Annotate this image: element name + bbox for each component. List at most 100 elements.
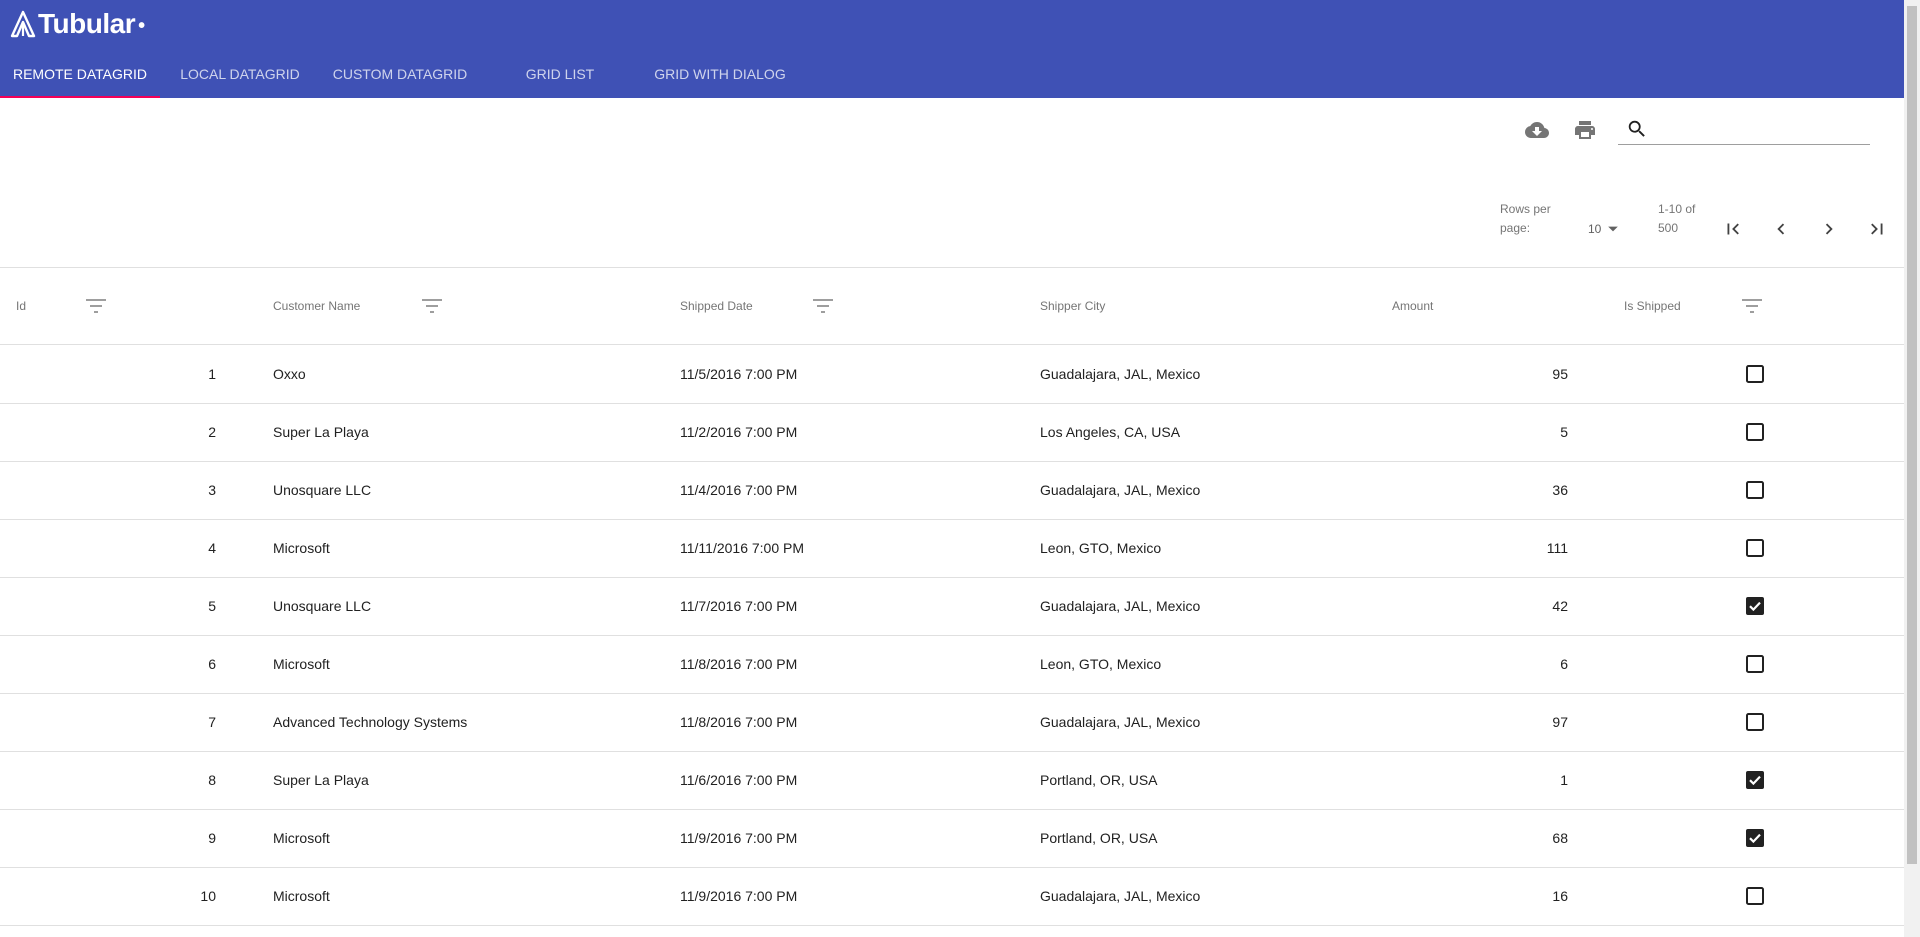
caret-down-icon xyxy=(1608,226,1619,232)
column-header-is-shipped[interactable]: Is Shipped xyxy=(1624,268,1681,344)
is-shipped-checkbox[interactable] xyxy=(1746,365,1764,383)
previous-page-button[interactable] xyxy=(1766,214,1796,244)
is-shipped-checkbox[interactable] xyxy=(1746,423,1764,441)
table-row[interactable]: 6 Microsoft 11/8/2016 7:00 PM Leon, GTO,… xyxy=(0,635,1904,694)
cell-id: 7 xyxy=(208,714,216,730)
is-shipped-checkbox[interactable] xyxy=(1746,539,1764,557)
table-row[interactable]: 8 Super La Playa 11/6/2016 7:00 PM Portl… xyxy=(0,751,1904,810)
cell-customer-name: Super La Playa xyxy=(273,772,369,788)
cell-customer-name: Microsoft xyxy=(273,830,330,846)
tab-grid-with-dialog[interactable]: Grid with Dialog xyxy=(640,50,800,98)
cell-shipped-date: 11/8/2016 7:00 PM xyxy=(680,714,798,730)
next-page-button[interactable] xyxy=(1814,214,1844,244)
table-row[interactable]: 9 Microsoft 11/9/2016 7:00 PM Portland, … xyxy=(0,809,1904,868)
first-page-button[interactable] xyxy=(1718,214,1748,244)
filter-icon[interactable] xyxy=(1740,296,1764,316)
tab-bar: Remote Datagrid Local Datagrid Custom Da… xyxy=(0,50,800,98)
tab-grid-list[interactable]: Grid List xyxy=(480,50,640,98)
table-row[interactable]: 5 Unosquare LLC 11/7/2016 7:00 PM Guadal… xyxy=(0,577,1904,636)
pagination-range-line1: 1-10 of xyxy=(1658,202,1696,216)
filter-icon[interactable] xyxy=(84,296,108,316)
first-page-icon xyxy=(1727,223,1739,235)
cell-shipped-date: 11/8/2016 7:00 PM xyxy=(680,656,798,672)
table-row[interactable]: 7 Advanced Technology Systems 11/8/2016 … xyxy=(0,693,1904,752)
cell-shipped-date: 11/2/2016 7:00 PM xyxy=(680,424,798,440)
is-shipped-checkbox[interactable] xyxy=(1746,597,1764,615)
cell-shipper-city: Portland, OR, USA xyxy=(1040,772,1158,788)
cell-customer-name: Unosquare LLC xyxy=(273,482,372,498)
vertical-scrollbar[interactable] xyxy=(1904,0,1920,937)
table-row[interactable]: 10 Microsoft 11/9/2016 7:00 PM Guadalaja… xyxy=(0,867,1904,926)
pagination-range: 1-10 of 500 xyxy=(1658,200,1695,238)
search-box xyxy=(1618,114,1870,145)
table-header: Id Customer Name Shipped Date Shipper Ci… xyxy=(0,268,1904,344)
is-shipped-checkbox[interactable] xyxy=(1746,887,1764,905)
logo-text: Tubular xyxy=(38,8,136,39)
last-page-button[interactable] xyxy=(1862,214,1892,244)
column-header-id[interactable]: Id xyxy=(16,268,26,344)
cell-id: 2 xyxy=(208,424,216,440)
cell-id: 9 xyxy=(208,830,216,846)
print-icon[interactable] xyxy=(1571,116,1599,144)
pagination-range-line2: 500 xyxy=(1658,221,1679,235)
cell-shipper-city: Guadalajara, JAL, Mexico xyxy=(1040,714,1201,730)
cell-shipper-city: Guadalajara, JAL, Mexico xyxy=(1040,888,1201,904)
filter-icon[interactable] xyxy=(420,296,444,316)
cell-shipper-city: Leon, GTO, Mexico xyxy=(1040,656,1162,672)
cell-amount: 5 xyxy=(1560,424,1568,440)
is-shipped-checkbox[interactable] xyxy=(1746,829,1764,847)
is-shipped-checkbox[interactable] xyxy=(1746,655,1764,673)
filter-icon[interactable] xyxy=(811,296,835,316)
tab-remote-datagrid[interactable]: Remote Datagrid xyxy=(0,50,160,98)
rows-per-page-label: Rows per page: xyxy=(1500,200,1551,238)
table-row[interactable]: 4 Microsoft 11/11/2016 7:00 PM Leon, GTO… xyxy=(0,519,1904,578)
cell-customer-name: Microsoft xyxy=(273,888,330,904)
column-header-amount[interactable]: Amount xyxy=(1392,268,1433,344)
cell-customer-name: Microsoft xyxy=(273,540,330,556)
table-row[interactable]: 1 Oxxo 11/5/2016 7:00 PM Guadalajara, JA… xyxy=(0,345,1904,404)
cell-shipper-city: Guadalajara, JAL, Mexico xyxy=(1040,482,1201,498)
cell-id: 8 xyxy=(208,772,216,788)
cell-amount: 97 xyxy=(1552,714,1568,730)
cell-shipper-city: Los Angeles, CA, USA xyxy=(1040,424,1181,440)
cell-amount: 36 xyxy=(1552,482,1568,498)
column-header-customer-name[interactable]: Customer Name xyxy=(273,268,360,344)
cell-shipped-date: 11/11/2016 7:00 PM xyxy=(680,540,805,556)
search-icon xyxy=(1628,120,1645,137)
rows-per-page-select[interactable]: 10 xyxy=(1588,219,1619,239)
is-shipped-checkbox[interactable] xyxy=(1746,481,1764,499)
is-shipped-checkbox[interactable] xyxy=(1746,713,1764,731)
chevron-left-icon xyxy=(1777,223,1785,235)
cell-amount: 42 xyxy=(1552,598,1568,614)
cloud-download-icon[interactable] xyxy=(1523,116,1551,144)
scrollbar-thumb[interactable] xyxy=(1907,6,1917,864)
is-shipped-checkbox[interactable] xyxy=(1746,771,1764,789)
app-logo[interactable]: Tubular • xyxy=(10,8,145,40)
table-row[interactable]: 3 Unosquare LLC 11/4/2016 7:00 PM Guadal… xyxy=(0,461,1904,520)
rows-per-page-label-line1: Rows per xyxy=(1500,202,1551,216)
tubular-logo-icon xyxy=(10,10,36,38)
cell-id: 4 xyxy=(208,540,216,556)
app-bar: Tubular • Remote Datagrid Local Datagrid… xyxy=(0,0,1904,98)
cell-customer-name: Oxxo xyxy=(273,366,306,382)
table-row[interactable]: 2 Super La Playa 11/2/2016 7:00 PM Los A… xyxy=(0,403,1904,462)
rows-per-page-label-line2: page: xyxy=(1500,221,1531,235)
cell-id: 3 xyxy=(208,482,216,498)
cell-id: 10 xyxy=(200,888,216,904)
cell-shipped-date: 11/9/2016 7:00 PM xyxy=(680,888,798,904)
column-header-shipper-city[interactable]: Shipper City xyxy=(1040,268,1105,344)
rows-per-page-value: 10 xyxy=(1588,222,1602,236)
last-page-icon xyxy=(1871,223,1883,235)
cell-customer-name: Advanced Technology Systems xyxy=(273,714,468,730)
cell-shipper-city: Guadalajara, JAL, Mexico xyxy=(1040,366,1201,382)
cell-amount: 111 xyxy=(1546,540,1568,556)
tab-local-datagrid[interactable]: Local Datagrid xyxy=(160,50,320,98)
cell-customer-name: Unosquare LLC xyxy=(273,598,372,614)
search-input[interactable] xyxy=(1656,116,1868,144)
cell-shipped-date: 11/7/2016 7:00 PM xyxy=(680,598,798,614)
column-header-shipped-date[interactable]: Shipped Date xyxy=(680,268,753,344)
tab-custom-datagrid[interactable]: Custom Datagrid xyxy=(320,50,480,98)
cell-shipper-city: Leon, GTO, Mexico xyxy=(1040,540,1162,556)
cell-id: 6 xyxy=(208,656,216,672)
cell-amount: 95 xyxy=(1552,366,1568,382)
